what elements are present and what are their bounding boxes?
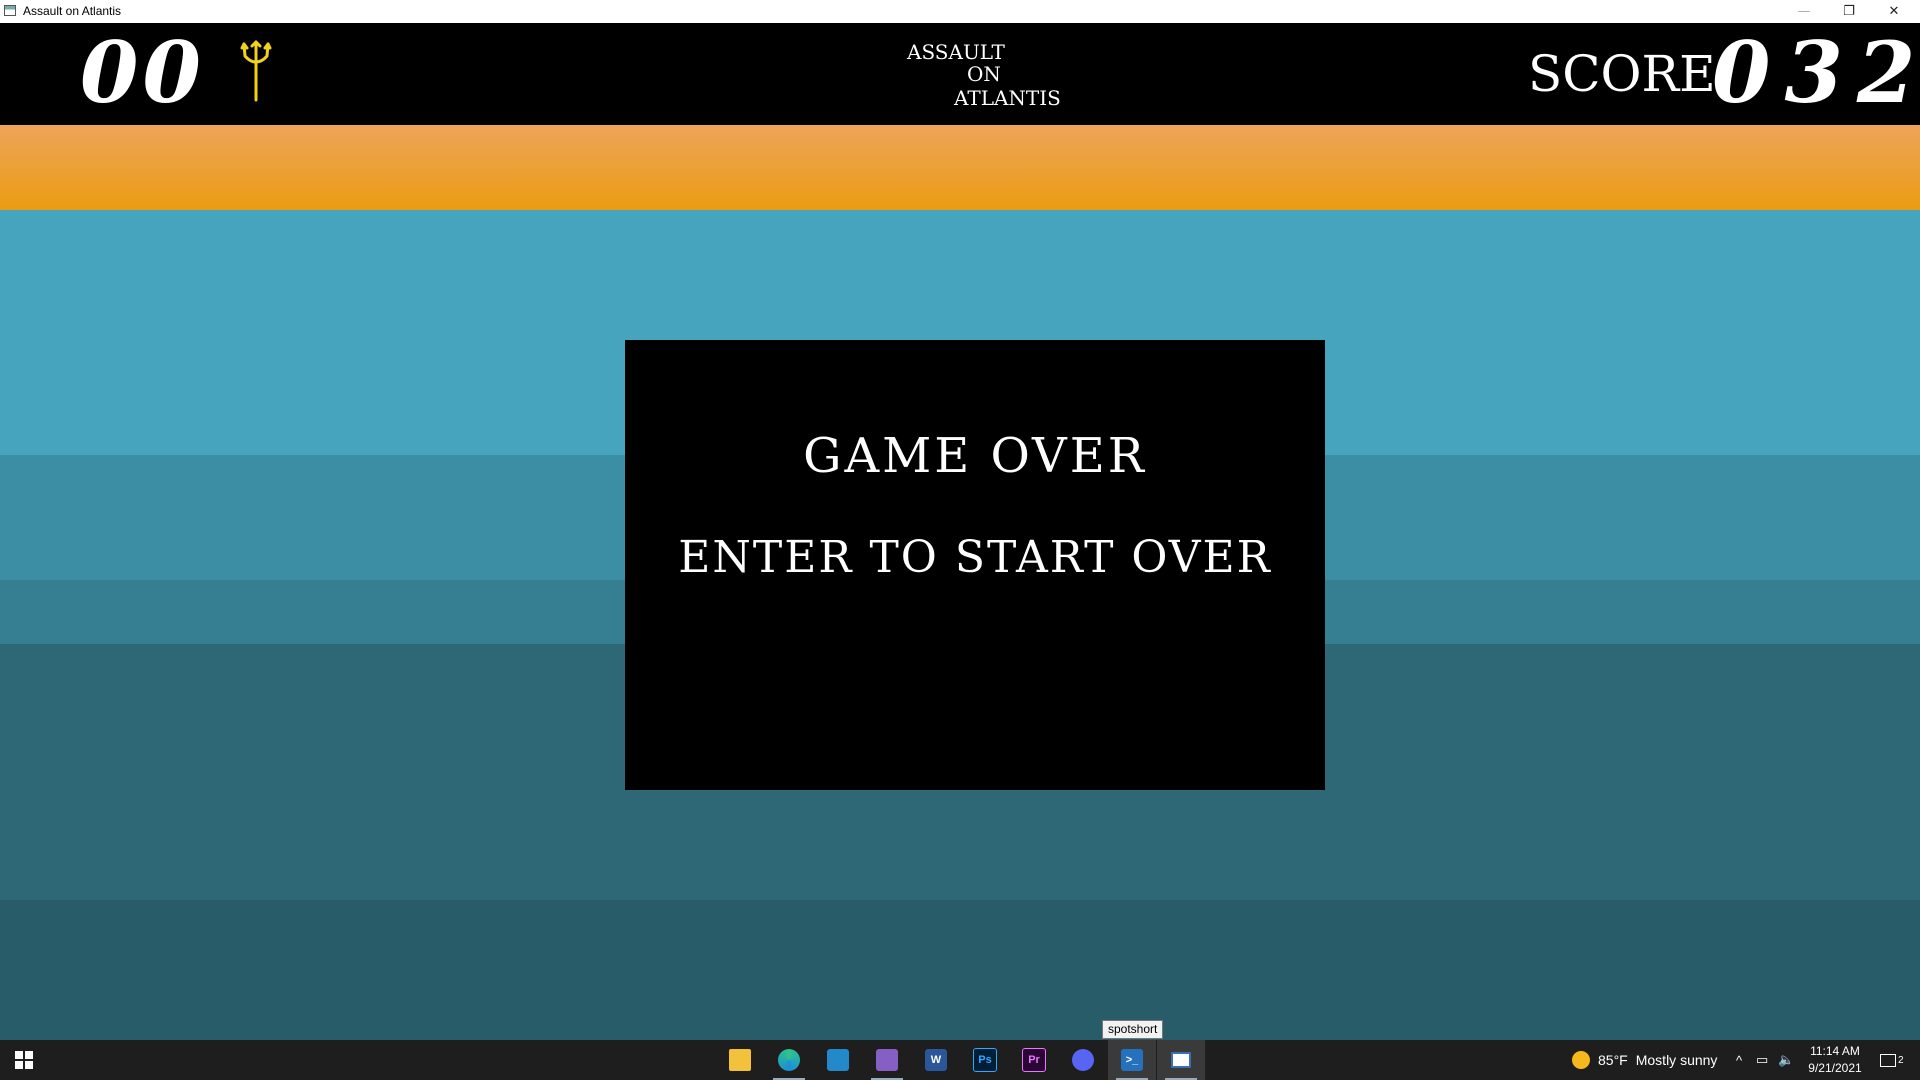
- clock-time: 11:14 AM: [1810, 1044, 1860, 1058]
- restart-prompt: ENTER TO START OVER: [678, 532, 1272, 583]
- restore-button[interactable]: ❐: [1827, 0, 1871, 23]
- score-value: 032: [1712, 23, 1920, 122]
- notification-icon: [1880, 1053, 1896, 1067]
- game-hud: 00 ASSAULT ON ATLANTIS SCORE 032: [0, 23, 1920, 125]
- taskbar: W Ps Pr >_ 85°F Mostly sunny ^ ▭ 🔈 11:14…: [0, 1040, 1920, 1080]
- game-over-dialog: GAME OVER ENTER TO START OVER: [625, 340, 1325, 790]
- file-explorer-icon[interactable]: [716, 1040, 764, 1080]
- notification-count: 2: [1898, 1054, 1904, 1066]
- logo-line-2: ON: [967, 62, 1001, 86]
- chevron-up-icon[interactable]: ^: [1736, 1040, 1742, 1080]
- notification-center-button[interactable]: 2: [1880, 1040, 1904, 1080]
- premiere-icon[interactable]: Pr: [1010, 1040, 1058, 1080]
- network-icon[interactable]: ▭: [1756, 1040, 1768, 1080]
- game-over-title: GAME OVER: [803, 428, 1147, 484]
- word-icon[interactable]: W: [912, 1040, 960, 1080]
- weather-widget[interactable]: 85°F Mostly sunny: [1572, 1040, 1717, 1080]
- weather-description: Mostly sunny: [1635, 1052, 1718, 1068]
- photoshop-icon[interactable]: Ps: [961, 1040, 1009, 1080]
- start-button[interactable]: [0, 1040, 48, 1080]
- discord-icon[interactable]: [1059, 1040, 1107, 1080]
- window-title-bar: Assault on Atlantis — ❐ ✕: [0, 0, 1920, 23]
- sun-icon: [1572, 1051, 1590, 1069]
- logo-line-1: ASSAULT: [907, 40, 1005, 64]
- volume-icon[interactable]: 🔈: [1778, 1040, 1794, 1080]
- game-window-icon[interactable]: [1157, 1040, 1205, 1080]
- windows-logo-icon: [15, 1051, 33, 1069]
- trident-icon: [240, 40, 272, 102]
- vscode-icon[interactable]: [814, 1040, 862, 1080]
- lives-counter: 00: [80, 23, 205, 122]
- window-title: Assault on Atlantis: [23, 4, 122, 18]
- game-logo: ASSAULT ON ATLANTIS: [900, 40, 1080, 120]
- score-label: SCORE: [1528, 45, 1716, 103]
- sky-band: [0, 125, 1920, 210]
- powershell-icon[interactable]: >_: [1108, 1040, 1156, 1080]
- app-icon: [4, 5, 16, 16]
- close-button[interactable]: ✕: [1872, 0, 1916, 23]
- sea-band-5: [0, 900, 1920, 1040]
- visual-studio-icon[interactable]: [863, 1040, 911, 1080]
- edge-icon[interactable]: [765, 1040, 813, 1080]
- clock[interactable]: 11:14 AM 9/21/2021: [1800, 1043, 1870, 1077]
- clock-date: 9/21/2021: [1808, 1061, 1862, 1075]
- weather-temperature: 85°F: [1598, 1052, 1628, 1068]
- logo-line-3: ATLANTIS: [954, 86, 1061, 110]
- minimize-button[interactable]: —: [1782, 0, 1826, 23]
- taskbar-tooltip: spotshort: [1102, 1020, 1164, 1039]
